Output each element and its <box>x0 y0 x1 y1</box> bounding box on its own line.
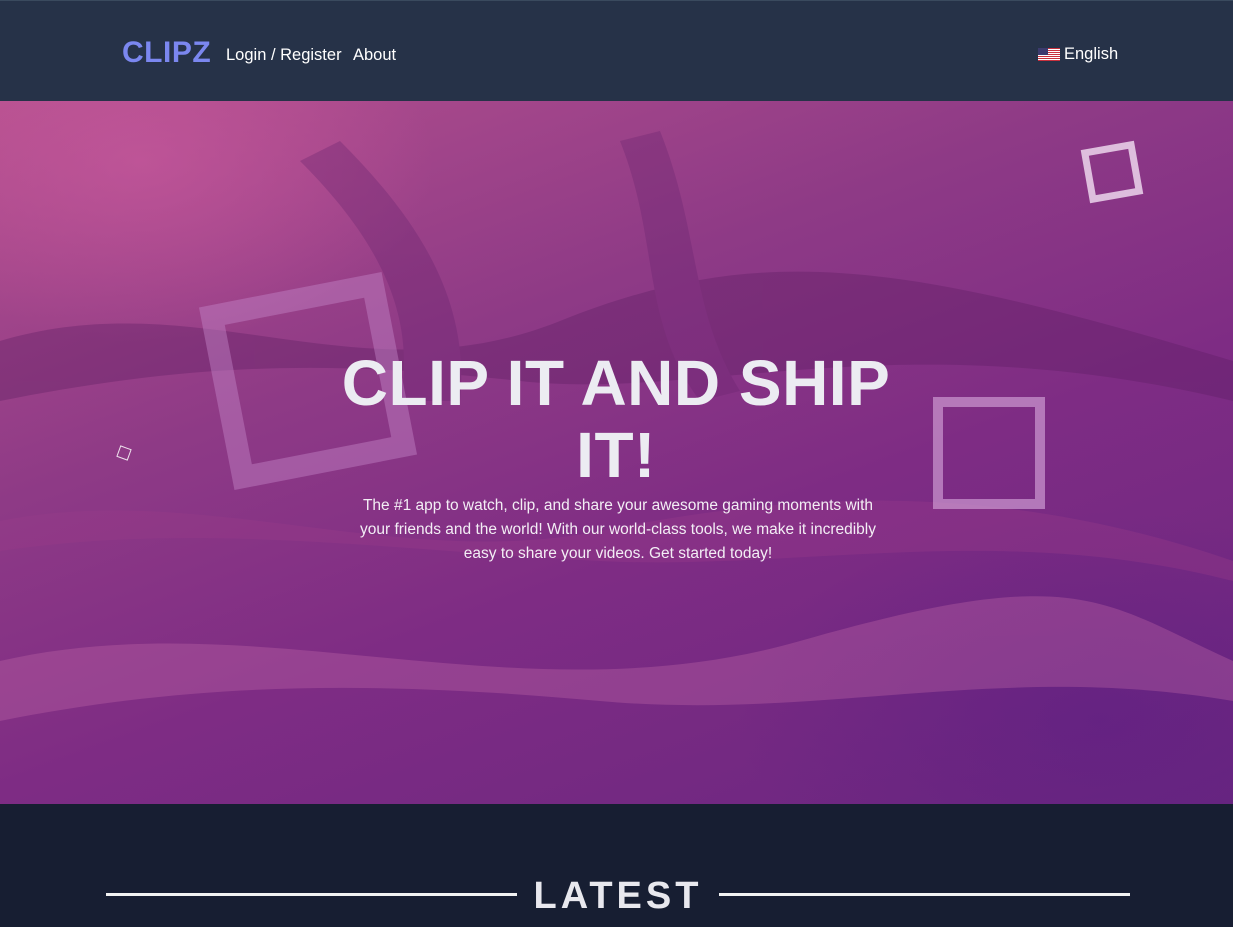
brand-logo[interactable]: CLIPZ <box>122 35 211 71</box>
login-register-link[interactable]: Login / Register <box>226 45 342 65</box>
decorative-square <box>933 397 1045 509</box>
navbar: CLIPZ Login / Register About English <box>0 0 1233 101</box>
section-title: LATEST <box>533 875 703 917</box>
divider-line <box>106 893 517 896</box>
hero-banner: CLIP IT AND SHIP IT! The #1 app to watch… <box>0 101 1233 804</box>
divider-line <box>719 893 1130 896</box>
hero-description: The #1 app to watch, clip, and share you… <box>359 497 876 562</box>
language-selector[interactable]: English <box>1038 44 1118 64</box>
latest-section: LATEST <box>0 804 1233 927</box>
us-flag-icon <box>1038 47 1060 61</box>
decorative-square <box>1080 140 1144 204</box>
hero-title: CLIP IT AND SHIP IT! <box>341 347 891 491</box>
about-link[interactable]: About <box>353 45 396 65</box>
language-label: English <box>1064 44 1119 63</box>
